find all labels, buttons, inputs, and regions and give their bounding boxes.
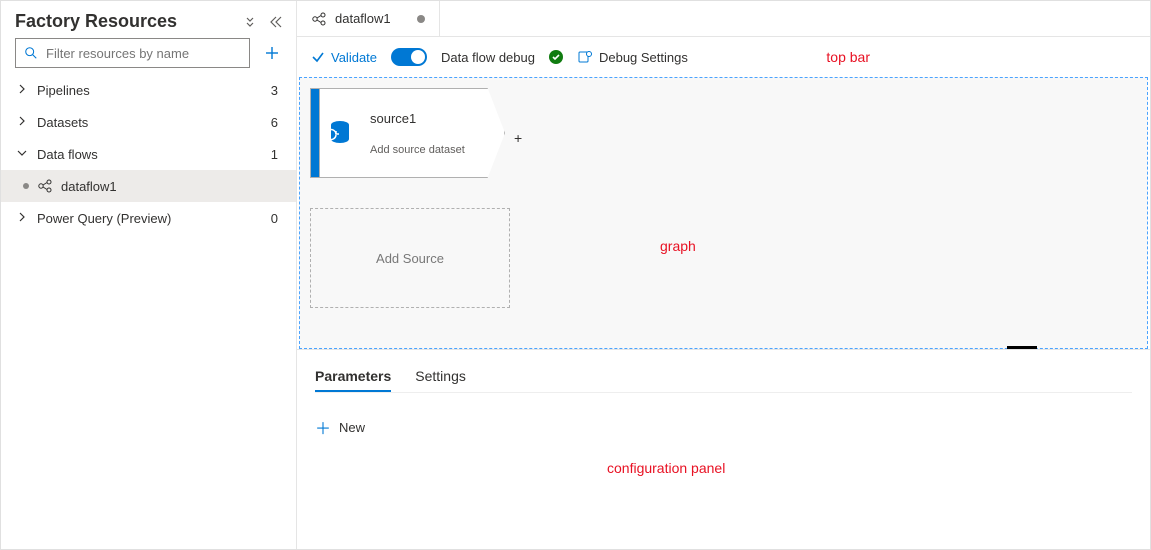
node-subtitle: Add source dataset — [370, 144, 494, 156]
tree-count: 0 — [271, 211, 278, 226]
chevron-right-icon — [17, 84, 29, 96]
add-step-button[interactable]: + — [514, 130, 522, 146]
main-area: dataflow1 Validate Data flow debug Debug… — [297, 1, 1150, 549]
expand-collapse-icon[interactable] — [242, 15, 256, 29]
tree-item-dataflow1[interactable]: dataflow1 — [1, 170, 296, 202]
dataflow-icon — [311, 11, 327, 27]
tab-parameters[interactable]: Parameters — [315, 362, 391, 392]
tree-label: Power Query (Preview) — [37, 211, 171, 226]
tree-item-powerquery[interactable]: Power Query (Preview) 0 — [1, 202, 296, 234]
graph-canvas[interactable]: source1 Add source dataset + Add Source … — [299, 77, 1148, 349]
new-parameter-button[interactable]: ＋ New — [315, 415, 365, 439]
status-ok-icon — [549, 50, 563, 64]
tree-count: 3 — [271, 83, 278, 98]
debug-settings-button[interactable]: Debug Settings — [577, 49, 688, 65]
sidebar: Factory Resources — [1, 1, 297, 549]
chevron-down-icon — [17, 148, 29, 160]
settings-icon — [577, 49, 593, 65]
collapse-sidebar-icon[interactable] — [268, 15, 282, 29]
dirty-dot-icon — [23, 183, 29, 189]
add-source-button[interactable]: Add Source — [310, 208, 510, 308]
tree-count: 6 — [271, 115, 278, 130]
dirty-dot-icon — [417, 15, 425, 23]
annotation-topbar: top bar — [826, 49, 870, 65]
validate-button[interactable]: Validate — [311, 50, 377, 65]
new-label: New — [339, 420, 365, 435]
plus-icon: ＋ — [315, 415, 331, 439]
tree-item-datasets[interactable]: Datasets 6 — [1, 106, 296, 138]
tree-label: Datasets — [37, 115, 88, 130]
source-node[interactable]: source1 Add source dataset — [310, 88, 505, 178]
annotation-config: configuration panel — [607, 460, 725, 476]
tab-settings[interactable]: Settings — [415, 362, 466, 392]
filter-input-wrapper[interactable] — [15, 38, 250, 68]
node-rail — [310, 88, 320, 178]
tree-item-pipelines[interactable]: Pipelines 3 — [1, 74, 296, 106]
tab-dataflow1[interactable]: dataflow1 — [297, 1, 440, 36]
add-resource-button[interactable] — [258, 39, 286, 67]
tree-label: Data flows — [37, 147, 98, 162]
resource-tree: Pipelines 3 Datasets 6 Data flows 1 — [1, 74, 296, 234]
chevron-right-icon — [17, 116, 29, 128]
toolbar: Validate Data flow debug Debug Settings … — [297, 37, 1150, 77]
filter-input[interactable] — [44, 45, 241, 62]
search-icon — [24, 46, 38, 60]
sidebar-title: Factory Resources — [15, 11, 177, 32]
annotation-graph: graph — [660, 238, 696, 254]
tree-count: 1 — [271, 147, 278, 162]
node-title: source1 — [370, 111, 494, 126]
tree-label: dataflow1 — [61, 179, 117, 194]
debug-label: Data flow debug — [441, 50, 535, 65]
tree-label: Pipelines — [37, 83, 90, 98]
chevron-right-icon — [17, 212, 29, 224]
debug-settings-label: Debug Settings — [599, 50, 688, 65]
configuration-panel: Parameters Settings ＋ New configuration … — [297, 349, 1150, 549]
tab-label: dataflow1 — [335, 11, 391, 26]
validate-label: Validate — [331, 50, 377, 65]
tree-item-dataflows[interactable]: Data flows 1 — [1, 138, 296, 170]
add-source-label: Add Source — [376, 251, 444, 266]
datasource-icon — [320, 88, 360, 178]
debug-toggle[interactable] — [391, 48, 427, 66]
check-icon — [311, 50, 325, 64]
dataflow-icon — [37, 178, 53, 194]
editor-tabbar: dataflow1 — [297, 1, 1150, 37]
